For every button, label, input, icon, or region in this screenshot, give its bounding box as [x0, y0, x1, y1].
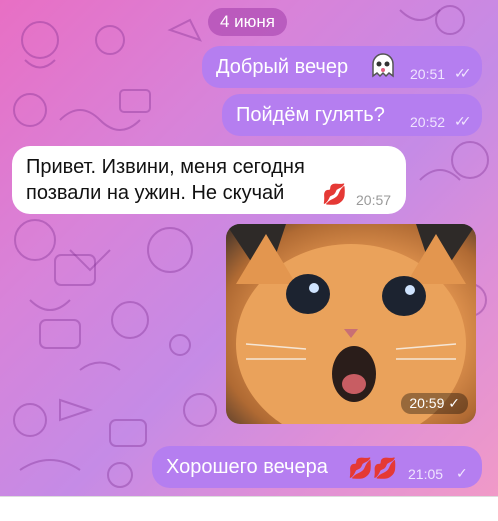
check-icon: ✓	[456, 465, 467, 481]
message-input-bar[interactable]	[0, 496, 498, 521]
kiss-emoji: 💋	[322, 184, 347, 206]
message-text: Хорошего вечера	[166, 456, 328, 478]
ghost-sticker-icon	[372, 53, 394, 78]
incoming-message[interactable]: Привет. Извини, меня сегодня позвали на …	[12, 146, 406, 214]
kiss-emoji: 💋💋	[348, 458, 398, 480]
message-time: 20:51	[410, 66, 446, 82]
date-separator: 4 июня	[208, 8, 288, 36]
message-time: 20:52	[410, 114, 446, 130]
cat-photo[interactable]: 20:59 ✓	[226, 224, 476, 424]
message-text: Добрый вечер	[216, 56, 349, 78]
message-time: 20:59 ✓	[401, 393, 468, 414]
outgoing-message[interactable]: Пойдём гулять? 20:52 ✓✓	[222, 94, 482, 136]
double-check-icon: ✓✓	[454, 113, 472, 129]
check-icon: ✓	[448, 395, 460, 411]
message-text-line1: Привет. Извини, меня сегодня	[26, 156, 305, 178]
message-text: Пойдём гулять?	[236, 104, 385, 126]
message-time: 21:05	[408, 466, 444, 482]
double-check-icon: ✓✓	[454, 65, 472, 81]
outgoing-message[interactable]: Добрый вечер 20:51 ✓✓	[202, 46, 482, 88]
outgoing-message[interactable]: Хорошего вечера 💋💋 21:05 ✓	[152, 446, 482, 488]
message-time: 20:57	[356, 192, 392, 208]
message-text-line2: позвали на ужин. Не скучай	[26, 182, 285, 204]
